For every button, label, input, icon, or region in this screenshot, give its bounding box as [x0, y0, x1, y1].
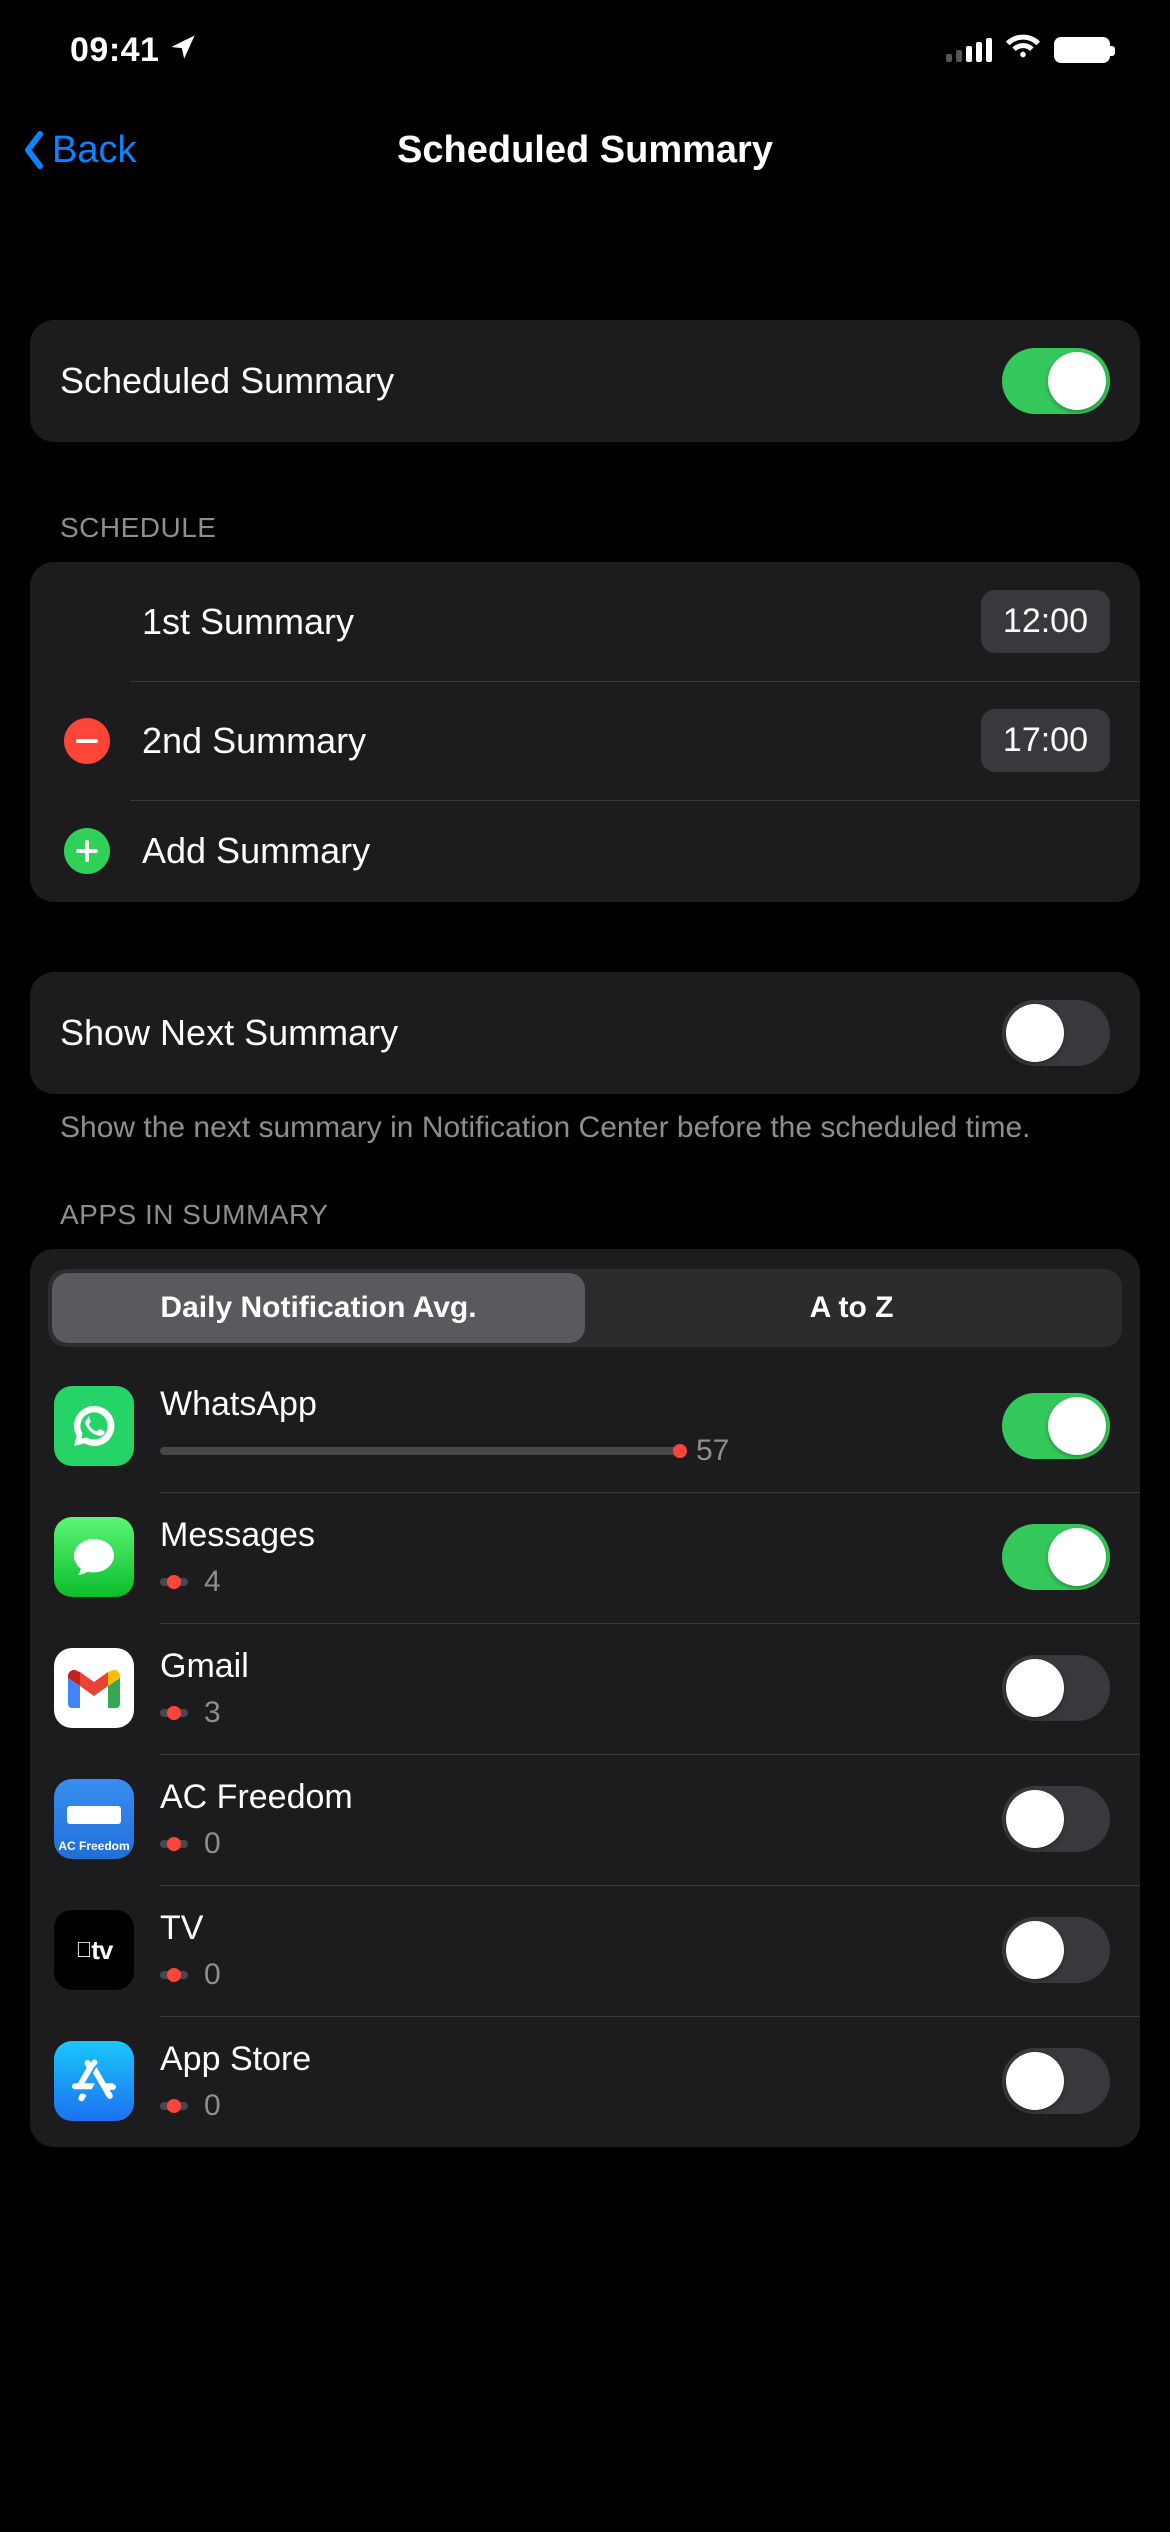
app-name-label: AC Freedom: [160, 1778, 972, 1817]
app-row: Messages 4: [30, 1492, 1140, 1623]
scheduled-summary-toggle-row: Scheduled Summary: [30, 320, 1140, 442]
show-next-row: Show Next Summary: [30, 972, 1140, 1094]
appstore-icon: [54, 2041, 134, 2121]
wifi-icon: [1006, 29, 1040, 71]
app-switch[interactable]: [1002, 1655, 1110, 1721]
app-switch[interactable]: [1002, 1393, 1110, 1459]
app-name-label: TV: [160, 1909, 972, 1948]
schedule-group: 1st Summary 12:00 2nd Summary 17:00 Add …: [30, 562, 1140, 902]
sort-segmented-control: Daily Notification Avg. A to Z: [48, 1269, 1122, 1347]
app-count-label: 4: [204, 1565, 244, 1599]
page-title: Scheduled Summary: [397, 129, 773, 172]
status-bar: 09:41: [0, 0, 1170, 100]
app-meter: 57: [160, 1434, 972, 1468]
app-row: WhatsApp 57: [30, 1361, 1140, 1492]
schedule-row[interactable]: 1st Summary 12:00: [30, 562, 1140, 681]
time-badge[interactable]: 12:00: [981, 590, 1110, 653]
app-count-label: 3: [204, 1696, 244, 1730]
whatsapp-icon: [54, 1386, 134, 1466]
show-next-group: Show Next Summary: [30, 972, 1140, 1094]
schedule-label: 1st Summary: [142, 601, 981, 643]
scheduled-summary-toggle-label: Scheduled Summary: [60, 360, 1002, 402]
app-count-label: 0: [204, 1958, 244, 1992]
apps-group: Daily Notification Avg. A to Z WhatsApp …: [30, 1249, 1140, 2147]
app-meter: 0: [160, 1827, 972, 1861]
acfreedom-icon: AC Freedom: [54, 1779, 134, 1859]
app-name-label: Gmail: [160, 1647, 972, 1686]
app-name-label: Messages: [160, 1516, 972, 1555]
add-summary-label: Add Summary: [142, 830, 1110, 872]
status-time: 09:41: [70, 31, 159, 70]
apps-list: WhatsApp 57 Messages 4 Gmail: [30, 1361, 1140, 2147]
status-right: [946, 29, 1110, 71]
cellular-icon: [946, 38, 992, 62]
back-button[interactable]: Back: [20, 100, 136, 200]
show-next-label: Show Next Summary: [60, 1012, 1002, 1054]
battery-icon: [1054, 37, 1110, 63]
show-next-switch[interactable]: [1002, 1000, 1110, 1066]
app-switch[interactable]: [1002, 1786, 1110, 1852]
app-row: App Store 0: [30, 2016, 1140, 2147]
remove-icon[interactable]: [64, 718, 110, 764]
app-name-label: WhatsApp: [160, 1385, 972, 1424]
app-meter: 0: [160, 2089, 972, 2123]
schedule-header: SCHEDULE: [30, 512, 1140, 562]
scheduled-summary-toggle-group: Scheduled Summary: [30, 320, 1140, 442]
app-count-label: 0: [204, 1827, 244, 1861]
location-icon: [169, 31, 197, 70]
app-count-label: 0: [204, 2089, 244, 2123]
segment-daily-avg[interactable]: Daily Notification Avg.: [52, 1273, 585, 1343]
app-row: tv TV 0: [30, 1885, 1140, 2016]
add-summary-row[interactable]: Add Summary: [30, 800, 1140, 902]
app-name-label: App Store: [160, 2040, 972, 2079]
app-switch[interactable]: [1002, 1917, 1110, 1983]
app-meter: 0: [160, 1958, 972, 1992]
app-meter: 4: [160, 1565, 972, 1599]
messages-icon: [54, 1517, 134, 1597]
back-label: Back: [52, 129, 136, 172]
chevron-left-icon: [20, 128, 48, 172]
app-row: Gmail 3: [30, 1623, 1140, 1754]
app-count-label: 57: [696, 1434, 736, 1468]
show-next-footer: Show the next summary in Notification Ce…: [30, 1094, 1140, 1149]
nav-header: Back Scheduled Summary: [0, 100, 1170, 200]
add-icon[interactable]: [64, 828, 110, 874]
apps-header: APPS IN SUMMARY: [30, 1199, 1140, 1249]
tv-icon: tv: [54, 1910, 134, 1990]
app-switch[interactable]: [1002, 2048, 1110, 2114]
status-left: 09:41: [70, 31, 197, 70]
app-meter: 3: [160, 1696, 972, 1730]
app-row: AC Freedom AC Freedom 0: [30, 1754, 1140, 1885]
app-switch[interactable]: [1002, 1524, 1110, 1590]
gmail-icon: [54, 1648, 134, 1728]
schedule-label: 2nd Summary: [142, 720, 981, 762]
segment-a-to-z[interactable]: A to Z: [585, 1273, 1118, 1343]
scheduled-summary-switch[interactable]: [1002, 348, 1110, 414]
schedule-row[interactable]: 2nd Summary 17:00: [30, 681, 1140, 800]
time-badge[interactable]: 17:00: [981, 709, 1110, 772]
